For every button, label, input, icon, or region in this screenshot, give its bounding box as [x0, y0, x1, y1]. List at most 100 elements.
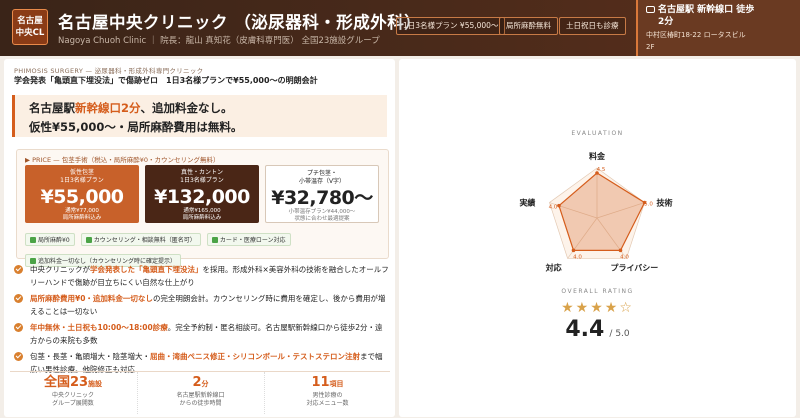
price-name: 仮性包茎 [69, 169, 94, 176]
headline-box: 名古屋駅新幹線口2分、追加料金なし。 仮性¥55,000〜・局所麻酔費用は無料。 [12, 95, 387, 137]
text: 包茎・長茎・亀頭増大・陰茎増大・ [30, 352, 150, 361]
train-icon [646, 6, 655, 13]
price-heading: ▶ PRICE — 包茎手術（税込・局所麻酔¥0・カウンセリング無料） [25, 156, 220, 164]
radar-value-label: 5.0 [644, 202, 653, 208]
radar-axis-label: 実績 [519, 198, 535, 208]
radar-value-label: 4.0 [573, 254, 582, 260]
radar-axis-label: プライバシー [610, 262, 658, 272]
price-value: ¥55,000 [40, 186, 124, 208]
access-title-2: 2分 [658, 17, 674, 27]
evaluation-card: EVALUATION 4.5 5.0 4.0 4.0 4.0 料金技術プライバシー 対応 実績… [399, 59, 796, 417]
chip-counseling: カウンセリング・相談無料（匿名可） [80, 233, 201, 246]
check-icon [30, 237, 36, 243]
stats-row: 全国23施設 中央クリニック グループ展開数 2分 名古屋駅新幹線口 からの徒歩… [10, 371, 390, 414]
price-note: 小帯温存プラン¥44,000〜 [288, 209, 356, 215]
highlight: 局所麻酔費用¥0・追加料金一切なし [30, 294, 153, 303]
stat-caption: 対応メニュー数 [306, 400, 349, 407]
headline-highlight: 新幹線口2分 [75, 101, 141, 115]
radar-point [571, 248, 576, 253]
chip-anesthesia: 局所麻酔¥0 [25, 233, 75, 246]
anesthesia-badge: 局所麻酔無料 [499, 17, 558, 35]
stat-caption: グループ展開数 [52, 400, 94, 407]
highlight: 屈曲・湾曲ペニス修正・シリコンボール・テストステロン注射 [150, 352, 360, 361]
check-circle-icon [14, 323, 23, 332]
stat-unit: 分 [201, 380, 209, 388]
stat-caption: 名古屋駅新幹線口 [176, 392, 225, 399]
stat-value: 2 [192, 375, 202, 390]
price-plan: 1日3名様プラン [180, 177, 224, 184]
price-note: 通常¥165,000 [183, 208, 221, 214]
radar-axis-label: 料金 [589, 151, 606, 161]
evaluation-title: EVALUATION [571, 130, 624, 137]
radar-value-label: 4.5 [597, 167, 606, 173]
clinic-title: 名古屋中央クリニック （泌尿器科・形成外科） [58, 13, 422, 32]
access-box[interactable]: 名古屋駅 新幹線口 徒歩 2分 中村区椿町18-22 ロータスビル 2F [636, 0, 800, 56]
radar-point [618, 248, 623, 253]
chip-label: カウンセリング・相談無料（匿名可） [93, 237, 196, 244]
lead-text: 学会発表「亀頭直下埋没法」で傷跡ゼロ 1日3名様プランで¥55,000〜の明朗会… [14, 76, 318, 85]
radar-value-label: 4.0 [549, 205, 558, 211]
price-name: 真性・カントン [180, 169, 223, 176]
price-name: プチ包茎・ [306, 170, 337, 177]
stat-menu: 11項目 男性診療の 対応メニュー数 [264, 372, 390, 414]
chip-label: カード・医療ローン対応 [219, 237, 286, 244]
price-note: 状態に合わせ最適提案 [294, 216, 350, 222]
stat-caption: からの徒歩時間 [179, 400, 222, 407]
radar-value-label: 4.0 [620, 254, 629, 260]
price-value: ¥132,000 [154, 186, 250, 208]
headline-tail: 、追加料金なし。 [140, 101, 233, 115]
score-value: 4.4 [565, 317, 605, 342]
price-box: ▶ PRICE — 包茎手術（税込・局所麻酔¥0・カウンセリング無料） 仮性包茎… [16, 149, 389, 267]
stat-value: 11 [311, 375, 330, 390]
check-circle-icon [14, 352, 23, 361]
site-header: 名古屋 中央CL 名古屋中央クリニック （泌尿器科・形成外科） Nagoya C… [0, 0, 800, 56]
check-circle-icon [14, 294, 23, 303]
breadcrumb: PHIMOSIS SURGERY — 泌尿器科・形成外科専門クリニック [14, 67, 204, 75]
chip-label: 局所麻酔¥0 [38, 237, 70, 244]
price-card-kasei[interactable]: 仮性包茎 1日3名様プラン ¥55,000 通常¥77,000 局所麻酔料込み [25, 165, 139, 223]
stat-value: 全国23 [43, 375, 89, 390]
price-card-shinsei[interactable]: 真性・カントン 1日3名様プラン ¥132,000 通常¥165,000 局所麻… [145, 165, 259, 223]
check-icon [211, 237, 218, 243]
overall-title: OVERALL RATING [561, 288, 634, 295]
logo-line-2: 中央CL [15, 28, 45, 38]
clinic-subtitle: Nagoya Chuoh Clinic ｜ 院長：龍山 真知花（皮膚科専門医） … [58, 36, 380, 46]
highlight: 学会発表した「亀頭直下埋没法」 [90, 265, 203, 274]
rating-score: 4.4 / 5.0 [399, 317, 796, 342]
access-address-1: 中村区椿町18-22 ロータスビル [646, 31, 746, 39]
stat-caption: 中央クリニック [51, 392, 94, 399]
price-card-petit[interactable]: プチ包茎・ 小帯温存（V字） ¥32,780〜 小帯温存プラン¥44,000〜 … [265, 165, 379, 223]
article-card: PHIMOSIS SURGERY — 泌尿器科・形成外科専門クリニック 学会発表… [4, 59, 395, 417]
headline-station: 名古屋駅 [29, 101, 75, 115]
clinic-logo[interactable]: 名古屋 中央CL [12, 9, 48, 45]
rating-stars: ★★★★☆ [561, 300, 634, 316]
headline-line-1: 名古屋駅新幹線口2分、追加料金なし。 [29, 100, 387, 116]
list-item: 中央クリニックが学会発表した「亀頭直下埋没法」を採用。形成外科×美容外科の技術を… [14, 263, 389, 289]
text: 中央クリニックが [30, 265, 90, 274]
price-value: ¥32,780〜 [271, 187, 373, 209]
check-icon [85, 237, 92, 243]
stat-unit: 項目 [329, 380, 344, 388]
list-item: 年中無休・土日祝も10:00〜18:00診療。完全予約制・匿名相談可。名古屋駅新… [14, 321, 389, 347]
check-circle-icon [14, 265, 23, 274]
access-title-1: 名古屋駅 新幹線口 徒歩 [658, 5, 755, 15]
price-plan: 1日3名様プラン [60, 177, 104, 184]
feature-list: 中央クリニックが学会発表した「亀頭直下埋没法」を採用。形成外科×美容外科の技術を… [14, 263, 389, 379]
price-note: 局所麻酔料込み [182, 215, 222, 221]
stat-walk: 2分 名古屋駅新幹線口 からの徒歩時間 [137, 372, 263, 414]
price-plan: 小帯温存（V字） [298, 178, 346, 185]
stat-unit: 施設 [88, 380, 103, 388]
score-max: / 5.0 [609, 329, 630, 339]
radar-axis-label: 技術 [657, 198, 673, 208]
highlight: 年中無休・土日祝も10:00〜18:00診療 [30, 323, 168, 332]
radar-point [557, 203, 561, 208]
logo-line-1: 名古屋 [17, 16, 43, 26]
radar-chart: 4.5 5.0 4.0 4.0 4.0 料金技術プライバシー 対応 実績 [519, 151, 673, 272]
access-address-2: 2F [646, 43, 655, 51]
list-item: 局所麻酔費用¥0・追加料金一切なしの完全明朗会計。カウンセリング時に費用を確定し… [14, 292, 389, 318]
plan-badge: 1日3名様プラン ¥55,000〜 [396, 17, 506, 35]
stat-facilities: 全国23施設 中央クリニック グループ展開数 [10, 372, 136, 414]
radar-axis-label: 対応 [545, 262, 562, 272]
weekend-badge: 土日祝日も診療 [559, 17, 626, 35]
price-note: 通常¥77,000 [65, 208, 99, 214]
